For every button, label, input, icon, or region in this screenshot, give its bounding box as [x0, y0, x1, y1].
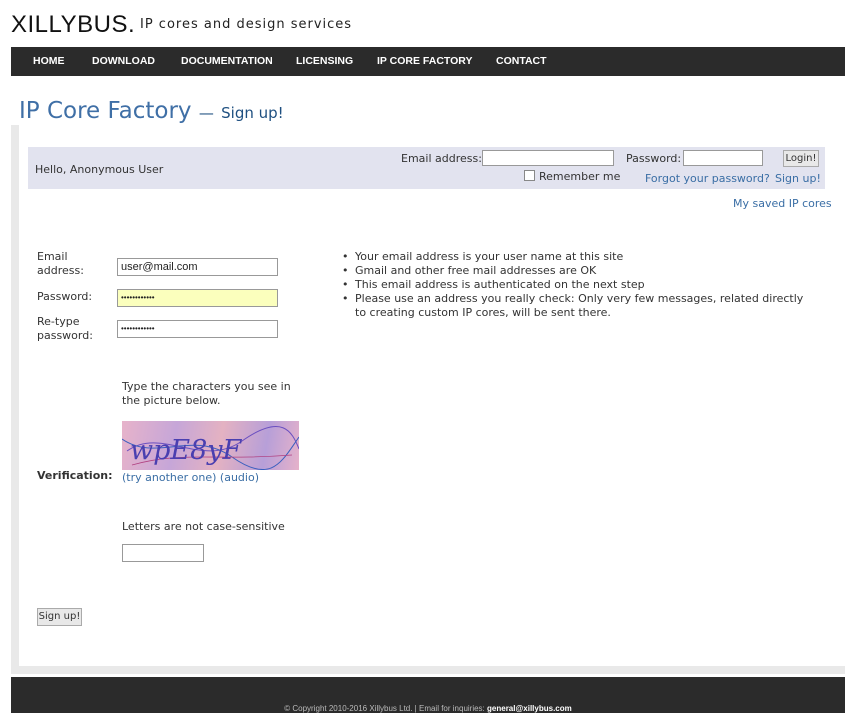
site-header: XILLYBUS. IP cores and design services — [0, 0, 845, 46]
site-tagline: IP cores and design services — [140, 17, 353, 32]
signup-link[interactable]: Sign up! — [775, 172, 821, 185]
nav-documentation[interactable]: DOCUMENTATION — [181, 47, 273, 76]
nav-home[interactable]: HOME — [33, 47, 65, 76]
page-title: IP Core Factory — Sign up! — [19, 98, 284, 124]
nav-contact[interactable]: CONTACT — [496, 47, 547, 76]
page-subtitle: Sign up! — [221, 104, 284, 122]
remember-me-checkbox[interactable] — [524, 170, 535, 181]
forgot-password-link[interactable]: Forgot your password? — [645, 172, 770, 185]
inquiries-email-link[interactable]: general@xillybus.com — [487, 704, 572, 713]
retype-label-line2: password: — [37, 329, 93, 342]
password-label: Password: — [37, 290, 93, 303]
nav-licensing[interactable]: LICENSING — [296, 47, 353, 76]
login-password-label: Password: — [626, 152, 682, 165]
nav-download[interactable]: DOWNLOAD — [92, 47, 155, 76]
note-item: This email address is authenticated on t… — [341, 278, 811, 292]
login-email-label: Email address: — [401, 152, 482, 165]
captcha-image: wpE8yF — [122, 421, 299, 470]
saved-ip-cores-link[interactable]: My saved IP cores — [733, 197, 832, 210]
page-title-text: IP Core Factory — [19, 98, 192, 124]
verification-label: Verification: — [37, 469, 113, 482]
login-button[interactable]: Login! — [783, 150, 819, 167]
note-item: Your email address is your user name at … — [341, 250, 811, 264]
note-item: Please use an address you really check: … — [341, 292, 811, 320]
site-logo[interactable]: XILLYBUS. — [11, 11, 135, 39]
remember-me-label: Remember me — [539, 170, 621, 183]
main-nav: HOME DOWNLOAD DOCUMENTATION LICENSING IP… — [11, 47, 845, 76]
captcha-instruction-line1: Type the characters you see in — [122, 380, 291, 393]
case-note: Letters are not case-sensitive — [122, 520, 285, 533]
captcha-links: (try another one) (audio) — [122, 471, 259, 485]
email-label: Email address: — [37, 250, 84, 278]
signup-submit-button[interactable]: Sign up! — [37, 608, 82, 626]
email-label-line1: Email — [37, 250, 68, 263]
login-email-input[interactable] — [482, 150, 614, 166]
copyright-text: © Copyright 2010-2016 Xillybus Ltd. | Em… — [284, 704, 488, 713]
password-field[interactable]: •••••••••••• — [117, 289, 278, 307]
retype-password-field[interactable]: •••••••••••• — [117, 320, 278, 338]
login-password-input[interactable] — [683, 150, 763, 166]
retype-label-line1: Re-type — [37, 315, 80, 328]
captcha-graphic: wpE8yF — [122, 426, 299, 470]
captcha-input[interactable] — [122, 544, 204, 562]
greeting: Hello, Anonymous User — [35, 163, 164, 176]
signup-notes: Your email address is your user name at … — [341, 250, 811, 320]
remember-me[interactable]: Remember me — [524, 170, 620, 183]
note-item: Gmail and other free mail addresses are … — [341, 264, 811, 278]
copyright: © Copyright 2010-2016 Xillybus Ltd. | Em… — [11, 704, 845, 713]
title-dash: — — [198, 104, 214, 122]
nav-ip-core-factory[interactable]: IP CORE FACTORY — [377, 47, 473, 76]
site-footer: © Copyright 2010-2016 Xillybus Ltd. | Em… — [11, 677, 845, 713]
email-label-line2: address: — [37, 264, 84, 277]
captcha-text: wpE8yF — [130, 435, 243, 466]
captcha-instruction-line2: the picture below. — [122, 394, 221, 407]
email-field[interactable]: user@mail.com — [117, 258, 278, 276]
audio-captcha-link[interactable]: (audio) — [220, 471, 259, 484]
retype-password-label: Re-type password: — [37, 315, 93, 343]
captcha-instruction: Type the characters you see in the pictu… — [122, 380, 291, 408]
try-another-link[interactable]: (try another one) — [122, 471, 216, 484]
